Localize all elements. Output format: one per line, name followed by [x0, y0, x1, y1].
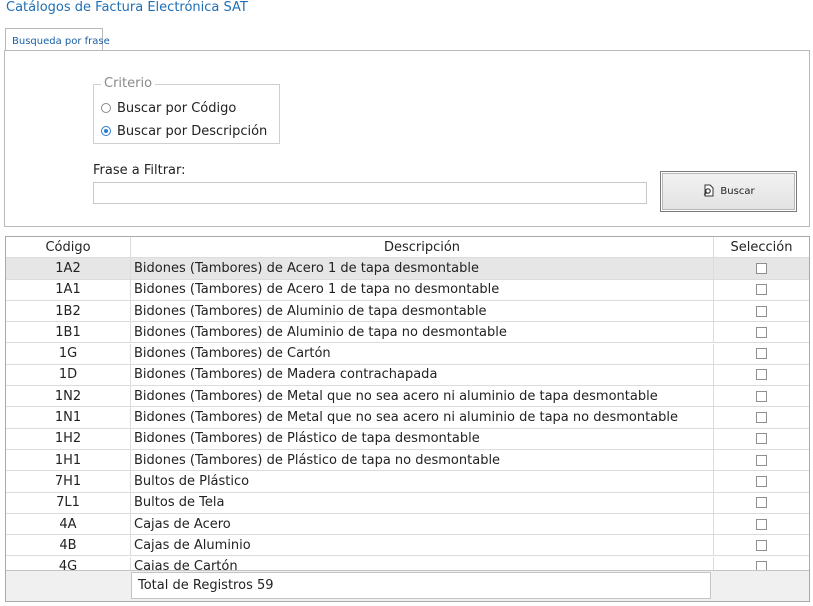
cell-descripcion[interactable]: Bidones (Tambores) de Acero 1 de tapa de… [131, 258, 714, 279]
cell-descripcion[interactable]: Bidones (Tambores) de Metal que no sea a… [131, 407, 714, 428]
table-row[interactable]: 7L1 Bultos de Tela [6, 492, 809, 514]
window-title: Catálogos de Factura Electrónica SAT [6, 0, 248, 15]
selection-checkbox[interactable] [756, 369, 767, 381]
selection-checkbox[interactable] [756, 326, 767, 338]
selection-checkbox[interactable] [756, 475, 767, 487]
cell-codigo[interactable]: 7H1 [6, 471, 131, 492]
criteria-legend: Criterio [101, 76, 156, 91]
cell-codigo[interactable]: 4G [6, 556, 131, 570]
cell-codigo[interactable]: 1B1 [6, 322, 131, 343]
selection-checkbox[interactable] [756, 539, 767, 551]
cell-seleccion [714, 365, 809, 385]
cell-seleccion [714, 322, 809, 342]
table-row[interactable]: 4G Cajas de Cartón [6, 556, 809, 570]
cell-codigo[interactable]: 1B2 [6, 300, 131, 322]
cell-descripcion[interactable]: Bultos de Tela [131, 492, 714, 513]
table-row[interactable]: 1H1 Bidones (Tambores) de Plástico de tap… [6, 450, 809, 472]
table-row[interactable]: 1D Bidones (Tambores) de Madera contracha… [6, 364, 809, 387]
cell-seleccion [714, 471, 809, 491]
cell-descripcion[interactable]: Bidones (Tambores) de Plástico de tapa n… [131, 450, 714, 471]
radio-buscar-por-descripcion[interactable]: Buscar por Descripción [101, 122, 267, 140]
filter-label: Frase a Filtrar: [93, 163, 186, 178]
table-row[interactable]: 1N2 Bidones (Tambores) de Metal que no se… [6, 386, 809, 408]
filter-input[interactable] [93, 182, 647, 204]
cell-seleccion [714, 493, 809, 513]
buscar-button[interactable]: Buscar [660, 171, 797, 212]
table-row[interactable]: 1A2 Bidones (Tambores) de Acero 1 de tapa… [6, 258, 809, 280]
cell-seleccion [714, 450, 809, 470]
cell-descripcion[interactable]: Bidones (Tambores) de Metal que no sea a… [131, 386, 714, 407]
radio-circle[interactable] [101, 103, 111, 113]
tab-busqueda-por-frase[interactable]: Busqueda por frase [5, 28, 110, 50]
search-panel: Criterio Buscar por Código Buscar por De… [4, 50, 810, 227]
cell-seleccion [714, 514, 809, 534]
radio-circle[interactable] [101, 126, 111, 136]
column-header-seleccion[interactable]: Selección [714, 237, 809, 257]
cell-codigo[interactable]: 7L1 [6, 492, 131, 513]
radio-label: Buscar por Descripción [117, 123, 268, 139]
radio-buscar-por-codigo[interactable]: Buscar por Código [101, 99, 236, 117]
grid-header-row: Código Descripción Selección [6, 237, 809, 259]
selection-checkbox[interactable] [756, 497, 767, 509]
table-row[interactable]: 4A Cajas de Acero [6, 513, 809, 536]
grid-body: Código Descripción Selección 1A2 Bidones … [6, 237, 809, 570]
selection-checkbox[interactable] [756, 305, 767, 317]
column-header-codigo[interactable]: Código [6, 237, 131, 258]
cell-seleccion [714, 280, 809, 300]
table-row[interactable]: 1B2 Bidones (Tambores) de Aluminio de tap… [6, 300, 809, 323]
results-grid: Código Descripción Selección 1A2 Bidones … [5, 236, 810, 602]
cell-descripcion[interactable]: Bidones (Tambores) de Plástico de tapa d… [131, 428, 714, 449]
cell-seleccion [714, 429, 809, 449]
cell-descripcion[interactable]: Bultos de Plástico [131, 471, 714, 492]
cell-seleccion [714, 386, 809, 406]
table-row[interactable]: 1B1 Bidones (Tambores) de Aluminio de tap… [6, 322, 809, 344]
cell-codigo[interactable]: 1N1 [6, 407, 131, 428]
selection-checkbox[interactable] [756, 518, 767, 530]
selection-checkbox[interactable] [756, 454, 767, 466]
total-registros: Total de Registros 59 [131, 572, 711, 599]
cell-seleccion [714, 535, 809, 555]
cell-seleccion [714, 258, 809, 278]
table-row[interactable]: 7H1 Bultos de Plástico [6, 471, 809, 493]
criteria-group: Criterio Buscar por Código Buscar por De… [93, 76, 280, 144]
selection-checkbox[interactable] [756, 390, 767, 402]
cell-codigo[interactable]: 1D [6, 364, 131, 386]
cell-codigo[interactable]: 4A [6, 513, 131, 535]
selection-checkbox[interactable] [756, 284, 767, 296]
cell-seleccion [714, 344, 809, 364]
selection-checkbox[interactable] [756, 262, 767, 274]
selection-checkbox[interactable] [756, 561, 767, 570]
radio-label: Buscar por Código [117, 100, 237, 116]
search-doc-icon [702, 184, 720, 200]
cell-descripcion[interactable]: Bidones (Tambores) de Madera contrachapa… [131, 364, 714, 386]
cell-codigo[interactable]: 1H1 [6, 450, 131, 471]
cell-seleccion [714, 407, 809, 427]
cell-seleccion [714, 557, 809, 570]
table-row[interactable]: 1A1 Bidones (Tambores) de Acero 1 de tapa… [6, 279, 809, 301]
cell-descripcion[interactable]: Bidones (Tambores) de Aluminio de tapa d… [131, 300, 714, 322]
buscar-button-label: Buscar [720, 186, 755, 197]
table-row[interactable]: 1G Bidones (Tambores) de Cartón [6, 343, 809, 365]
cell-descripcion[interactable]: Bidones (Tambores) de Cartón [131, 343, 714, 364]
table-row[interactable]: 1N1 Bidones (Tambores) de Metal que no se… [6, 407, 809, 429]
column-header-descripcion[interactable]: Descripción [131, 237, 714, 258]
cell-codigo[interactable]: 1G [6, 343, 131, 364]
grid-footer: Total de Registros 59 [6, 570, 809, 601]
cell-descripcion[interactable]: Cajas de Aluminio [131, 535, 714, 556]
cell-codigo[interactable]: 1H2 [6, 428, 131, 449]
cell-descripcion[interactable]: Cajas de Cartón [131, 556, 714, 570]
cell-codigo[interactable]: 1A1 [6, 279, 131, 300]
cell-descripcion[interactable]: Bidones (Tambores) de Aluminio de tapa n… [131, 322, 714, 343]
selection-checkbox[interactable] [756, 412, 767, 424]
cell-descripcion[interactable]: Cajas de Acero [131, 513, 714, 535]
cell-codigo[interactable]: 4B [6, 535, 131, 556]
selection-checkbox[interactable] [756, 433, 767, 445]
selection-checkbox[interactable] [756, 348, 767, 360]
cell-descripcion[interactable]: Bidones (Tambores) de Acero 1 de tapa no… [131, 279, 714, 300]
cell-seleccion [714, 301, 809, 321]
table-row[interactable]: 1H2 Bidones (Tambores) de Plástico de tap… [6, 428, 809, 450]
cell-codigo[interactable]: 1A2 [6, 258, 131, 279]
table-row[interactable]: 4B Cajas de Aluminio [6, 535, 809, 557]
cell-codigo[interactable]: 1N2 [6, 386, 131, 407]
